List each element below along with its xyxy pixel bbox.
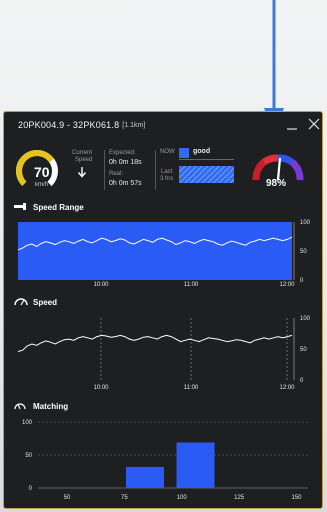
real-label: Real: xyxy=(109,171,124,177)
x-tick-label: 12:00 xyxy=(279,385,295,391)
speed-gauge-icon xyxy=(14,298,28,306)
y-tick-label: 50 xyxy=(300,249,307,255)
confidence-value: 98% xyxy=(266,178,287,189)
y-tick-label: 100 xyxy=(300,316,311,322)
x-tick-label: 12:00 xyxy=(279,282,295,288)
history-bar xyxy=(179,166,234,183)
expected-label: Expected: xyxy=(109,150,136,156)
y-tick-label: 0 xyxy=(300,278,304,284)
x-tick-label: 10:00 xyxy=(93,385,109,391)
speed-chart: 100 50 0 10:00 11:00 12:00 xyxy=(17,316,311,391)
x-tick-label: 11:00 xyxy=(184,282,199,288)
expected-value: 0h 0m 18s xyxy=(109,159,142,166)
y-tick-label: 0 xyxy=(300,378,304,384)
now-status-underline xyxy=(179,159,234,160)
matching-chart: 100 50 0 50 75 100 125 150 xyxy=(22,420,308,501)
speed-range-band xyxy=(18,222,292,280)
y-tick-label: 50 xyxy=(25,453,32,459)
window-title-extra: [1.1km] xyxy=(122,121,146,129)
y-tick-label: 100 xyxy=(22,420,33,426)
x-tick-label: 50 xyxy=(64,495,71,501)
y-tick-label: 50 xyxy=(300,347,307,353)
speed-range-icon xyxy=(14,203,26,210)
speed-line xyxy=(17,334,293,352)
title-bar[interactable]: 20PK004.9 - 32PK061.8 [1.1km] xyxy=(4,112,322,138)
now-status-swatch xyxy=(179,148,189,158)
current-speed-label: Current xyxy=(72,150,93,156)
speed-range-chart: 100 50 0 10:00 11:00 12:00 xyxy=(17,220,311,288)
x-tick-label: 150 xyxy=(292,495,303,501)
speed-value: 70 xyxy=(34,164,50,180)
x-tick-label: 11:00 xyxy=(184,385,199,391)
current-speed-label-2: Speed xyxy=(75,157,93,163)
minimize-button[interactable] xyxy=(284,116,300,132)
x-tick-label: 75 xyxy=(121,495,128,501)
speed-title: Speed xyxy=(33,298,58,307)
matching-bar xyxy=(126,466,164,488)
speed-range-title: Speed Range xyxy=(33,203,84,212)
close-button[interactable] xyxy=(306,116,322,132)
divider xyxy=(104,150,105,190)
window-title: 20PK004.9 - 32PK061.8 xyxy=(18,120,120,130)
y-tick-label: 0 xyxy=(29,486,33,492)
last-label-2: 3 hrs xyxy=(160,176,174,182)
real-value: 0h 0m 57s xyxy=(109,180,142,187)
x-tick-label: 100 xyxy=(177,495,188,501)
segment-info-window[interactable]: 20PK004.9 - 32PK061.8 [1.1km] 70 km/h Cu… xyxy=(3,111,323,509)
now-label: NOW xyxy=(160,149,175,155)
matching-bar xyxy=(176,442,215,488)
now-status-text: good xyxy=(193,148,211,155)
last-label: Last xyxy=(161,169,173,175)
divider xyxy=(155,150,156,190)
y-tick-label: 100 xyxy=(300,220,311,226)
x-tick-label: 10:00 xyxy=(93,282,109,288)
x-tick-label: 125 xyxy=(234,495,245,501)
arrow-down-icon xyxy=(77,167,87,178)
speed-unit: km/h xyxy=(35,182,49,188)
matching-icon xyxy=(14,403,26,410)
matching-title: Matching xyxy=(33,402,69,411)
